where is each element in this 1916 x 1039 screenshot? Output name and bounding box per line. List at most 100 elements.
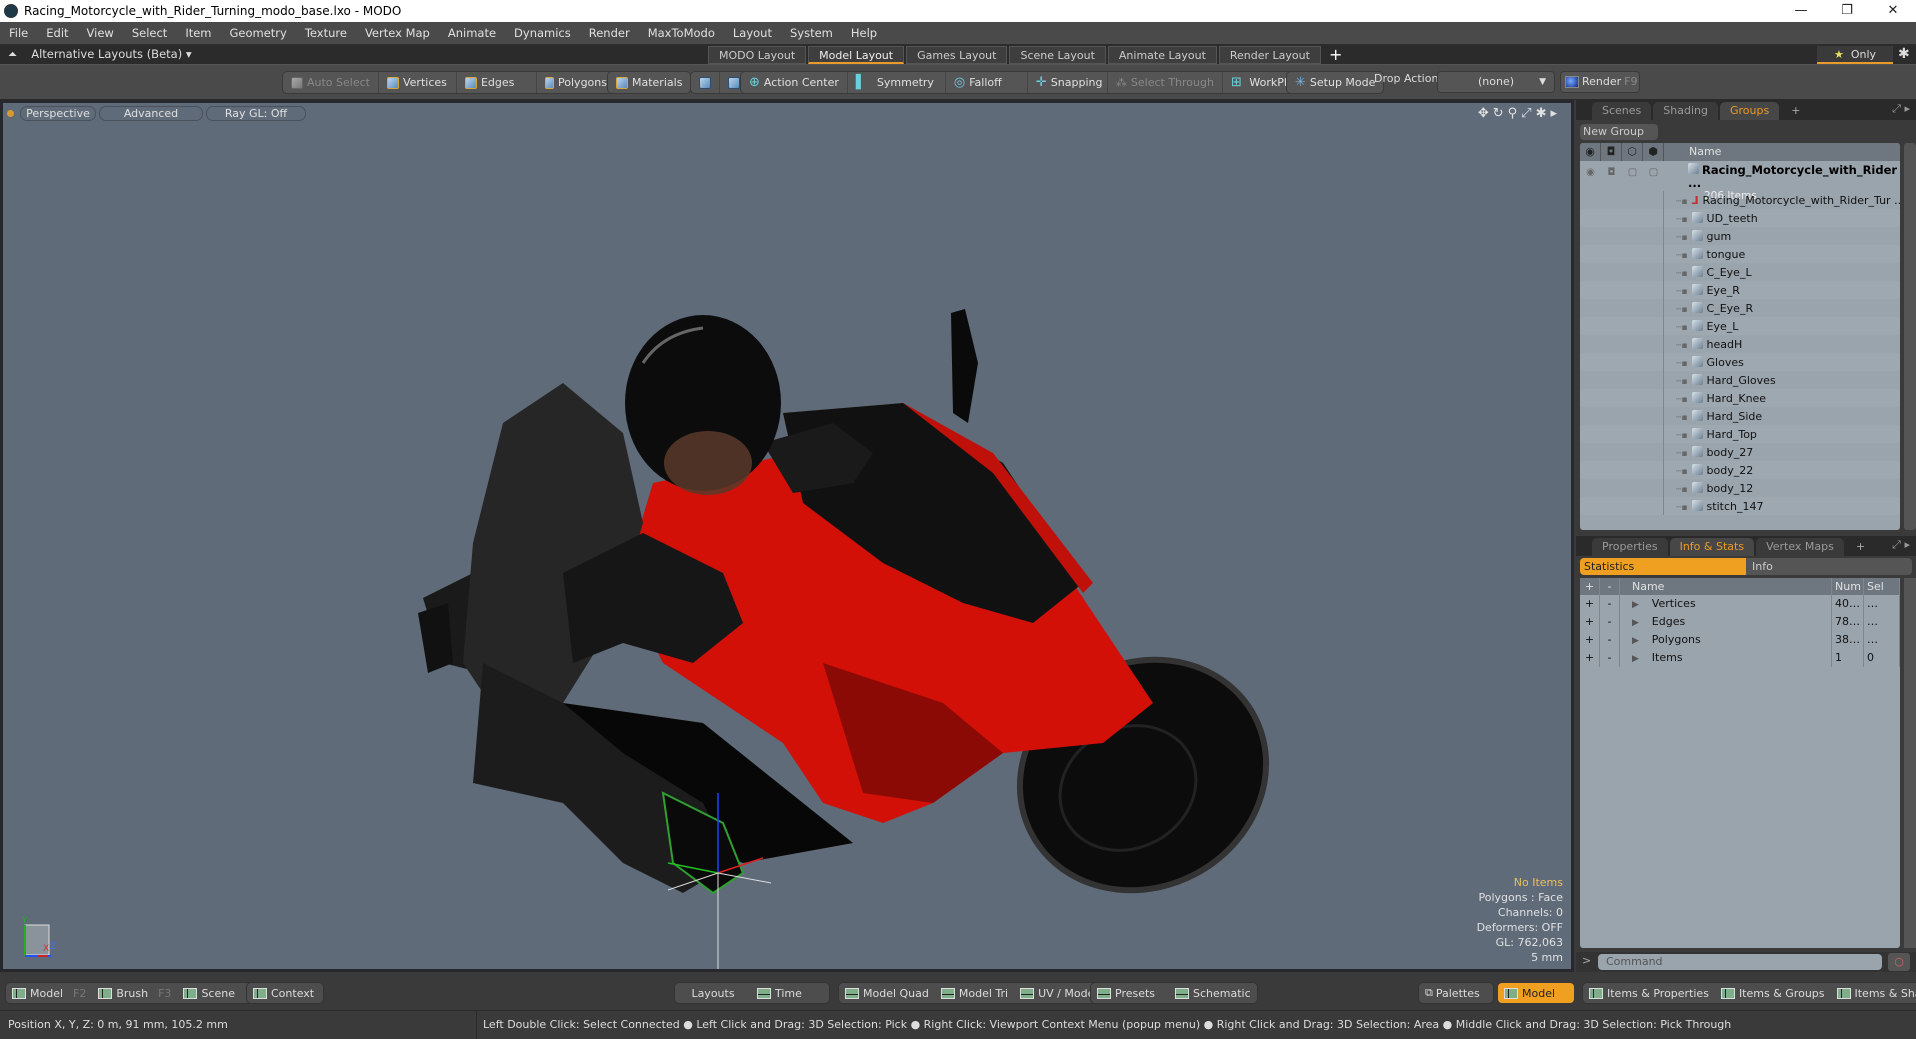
pan-icon[interactable]: ✥ (1478, 106, 1493, 121)
only-favorites-button[interactable]: ★ Only (1817, 46, 1893, 64)
group-item-row[interactable]: ┄▪⅃Racing_Motorcycle_with_Rider_Tur ... (1580, 191, 1900, 209)
menu-maxtomodo[interactable]: MaxToModo (639, 26, 724, 40)
add-tab-button[interactable]: + (1781, 102, 1810, 120)
group-item-row[interactable]: ┄▪body_27 (1580, 443, 1900, 461)
expand-button[interactable]: + (1580, 649, 1600, 667)
row-toggle-columns[interactable] (1580, 425, 1664, 443)
stats-scrollbar[interactable] (1904, 578, 1916, 948)
group-item-row[interactable]: ┄▪body_22 (1580, 461, 1900, 479)
tab-games-layout[interactable]: Games Layout (906, 46, 1007, 64)
zoom-icon[interactable]: ⚲ (1508, 106, 1522, 121)
collapse-button[interactable]: - (1600, 649, 1620, 667)
statistics-row[interactable]: +-▶ Polygons38…… (1580, 631, 1900, 649)
group-item-row[interactable]: ┄▪stitch_147 (1580, 497, 1900, 515)
group-item-row[interactable]: ┄▪Eye_R (1580, 281, 1900, 299)
model-layout-button[interactable]: Model (1498, 983, 1574, 1003)
alternative-layouts-dropdown[interactable]: ⏶Alternative Layouts (Beta) ▾ (8, 47, 192, 62)
view-mode-button[interactable]: Perspective (20, 106, 96, 121)
materials-button[interactable]: Materials (608, 72, 690, 93)
collapse-button[interactable]: - (1600, 595, 1620, 613)
time-button[interactable]: Time (751, 983, 829, 1003)
lock-column-icon[interactable]: ⬡ (1622, 143, 1643, 161)
row-toggle-columns[interactable] (1580, 209, 1664, 227)
name-column-header[interactable]: Name (1664, 143, 1721, 161)
menu-view[interactable]: View (78, 26, 123, 40)
raygl-button[interactable]: Ray GL: Off (206, 106, 306, 121)
tab-scene-layout[interactable]: Scene Layout (1009, 46, 1105, 64)
presets-button[interactable]: Presets (1091, 983, 1169, 1003)
tab-scenes[interactable]: Scenes (1592, 102, 1651, 120)
row-toggle-columns[interactable] (1580, 299, 1664, 317)
model-tri-button[interactable]: Model Tri (935, 983, 1014, 1003)
model-mode-button[interactable]: ModelF2 (6, 983, 92, 1003)
menu-dynamics[interactable]: Dynamics (505, 26, 580, 40)
add-layout-button[interactable]: + (1323, 46, 1348, 64)
schematic-button[interactable]: Schematic (1169, 983, 1257, 1003)
select-column-icon[interactable]: ⬢ (1643, 143, 1664, 161)
expand-button[interactable]: + (1580, 631, 1600, 649)
layouts-button[interactable]: Layouts (675, 983, 751, 1003)
group-item-row[interactable]: ┄▪Hard_Side (1580, 407, 1900, 425)
items-shading-button[interactable]: Items & Shading (1831, 983, 1916, 1003)
command-input[interactable]: Command (1598, 954, 1882, 970)
drop-action-select[interactable]: (none)▼ (1437, 71, 1555, 93)
menu-vertex-map[interactable]: Vertex Map (356, 26, 439, 40)
vertices-button[interactable]: Vertices (379, 72, 457, 93)
action-center-button[interactable]: ⊕Action Center (741, 72, 848, 93)
tab-modo-layout[interactable]: MODO Layout (708, 46, 806, 64)
statistics-row[interactable]: +-▶ Items10 (1580, 649, 1900, 667)
visibility-toggle[interactable]: ◉ (1580, 167, 1601, 191)
symmetry-button[interactable]: ▌ Symmetry (848, 72, 946, 93)
menu-animate[interactable]: Animate (439, 26, 505, 40)
row-toggle-columns[interactable] (1580, 335, 1664, 353)
tab-shading[interactable]: Shading (1653, 102, 1718, 120)
row-toggle-columns[interactable] (1580, 479, 1664, 497)
model-quad-button[interactable]: Model Quad (839, 983, 935, 1003)
new-group-button[interactable]: New Group (1580, 124, 1658, 140)
group-root-row[interactable]: ◉◘▢▢ Racing_Motorcycle_with_Rider ...206… (1580, 161, 1900, 191)
collapse-button[interactable]: - (1600, 613, 1620, 631)
row-toggle-columns[interactable] (1580, 497, 1664, 515)
row-toggle-columns[interactable] (1580, 263, 1664, 281)
group-item-row[interactable]: ┄▪Eye_L (1580, 317, 1900, 335)
edges-button[interactable]: Edges (457, 72, 537, 93)
3d-viewport[interactable]: Y X Z Perspective Advanced Ray GL: Off ✥… (0, 100, 1574, 972)
row-toggle-columns[interactable] (1580, 191, 1664, 209)
setup-mode-button[interactable]: ✳Setup Mode (1287, 72, 1383, 93)
expand-arrow-icon[interactable]: ▶ (1632, 636, 1642, 646)
world-transform-button[interactable] (691, 72, 720, 93)
visibility-column-icon[interactable]: ◉ (1580, 143, 1601, 161)
expand-arrow-icon[interactable]: ▶ (1632, 618, 1642, 628)
menu-system[interactable]: System (781, 26, 842, 40)
group-item-row[interactable]: ┄▪tongue (1580, 245, 1900, 263)
menu-select[interactable]: Select (123, 26, 176, 40)
menu-help[interactable]: Help (842, 26, 886, 40)
group-item-row[interactable]: ┄▪Hard_Knee (1580, 389, 1900, 407)
rotate-icon[interactable]: ↻ (1493, 106, 1508, 121)
row-toggle-columns[interactable] (1580, 353, 1664, 371)
row-toggle-columns[interactable] (1580, 371, 1664, 389)
group-item-row[interactable]: ┄▪Hard_Gloves (1580, 371, 1900, 389)
group-item-row[interactable]: ┄▪C_Eye_R (1580, 299, 1900, 317)
expand-arrow-icon[interactable]: ▶ (1632, 600, 1642, 610)
items-groups-button[interactable]: Items & Groups (1715, 983, 1831, 1003)
tab-groups[interactable]: Groups (1720, 102, 1779, 120)
lock-toggle[interactable]: ▢ (1622, 167, 1643, 191)
group-item-row[interactable]: ┄▪Hard_Top (1580, 425, 1900, 443)
expand-panel-icon[interactable]: ⤢ ▸ (1892, 102, 1910, 116)
tab-info[interactable]: Info (1746, 558, 1912, 575)
tab-vertex-maps[interactable]: Vertex Maps (1756, 538, 1844, 556)
restore-button[interactable]: ❐ (1824, 0, 1870, 22)
tab-render-layout[interactable]: Render Layout (1219, 46, 1321, 64)
tab-animate-layout[interactable]: Animate Layout (1108, 46, 1217, 64)
context-button[interactable]: Context (247, 983, 320, 1003)
group-item-row[interactable]: ┄▪C_Eye_L (1580, 263, 1900, 281)
gear-icon[interactable]: ✱ (1898, 46, 1910, 62)
statistics-row[interactable]: +-▶ Vertices40…… (1580, 595, 1900, 613)
tab-info-stats[interactable]: Info & Stats (1670, 538, 1754, 556)
row-toggle-columns[interactable] (1580, 389, 1664, 407)
row-toggle-columns[interactable] (1580, 245, 1664, 263)
group-item-row[interactable]: ┄▪gum (1580, 227, 1900, 245)
viewport-gear-icon[interactable]: ✱ (1536, 106, 1551, 121)
minimize-button[interactable]: — (1778, 0, 1824, 22)
